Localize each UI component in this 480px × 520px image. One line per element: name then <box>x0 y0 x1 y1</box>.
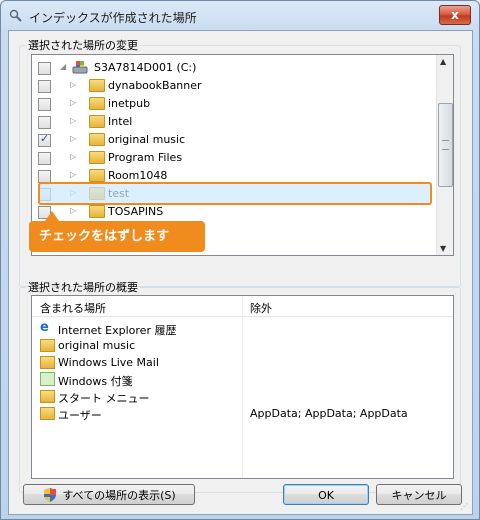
excluded-locations: AppData; AppData; AppData <box>250 407 408 420</box>
expand-icon[interactable]: ▷ <box>70 152 76 161</box>
collapse-icon[interactable]: ◢ <box>60 62 66 71</box>
search-indexing-icon <box>9 9 22 22</box>
summary-row: ユーザー AppData; AppData; AppData <box>32 405 453 422</box>
tree-item[interactable]: ▷ Program Files <box>32 149 436 167</box>
location-checkbox[interactable] <box>38 152 51 165</box>
folder-icon <box>89 115 105 128</box>
location-checkbox[interactable] <box>38 62 51 75</box>
instruction-callout: チェックをはずします <box>29 211 205 252</box>
cancel-button[interactable]: キャンセル <box>376 484 462 505</box>
tree-item[interactable]: ▷ Intel <box>32 113 436 131</box>
ie-icon: e <box>40 320 49 335</box>
tree-item-label: S3A7814D001 (C:) <box>94 61 197 74</box>
indexed-locations-dialog: インデックスが作成された場所 x 選択された場所の変更 ◢ S3A7814D001… <box>0 0 480 520</box>
change-locations-label: 選択された場所の変更 <box>28 39 138 52</box>
resize-grip-icon[interactable]: ⋰ <box>460 502 470 512</box>
location-checkbox[interactable] <box>38 132 51 147</box>
ok-button[interactable]: OK <box>283 484 369 505</box>
summary-row: スタート メニュー <box>32 388 453 405</box>
tree-item-label: TOSAPINS <box>108 205 164 218</box>
tree-item-label: original music <box>108 133 186 146</box>
excluded-column-header[interactable]: 除外 <box>250 300 272 316</box>
scroll-up-icon[interactable]: ▲ <box>440 57 446 66</box>
tree-item[interactable]: ▷ dynabookBanner <box>32 77 436 95</box>
expand-icon[interactable]: ▷ <box>70 134 76 143</box>
show-all-label: すべての場所の表示(S) <box>62 489 176 502</box>
show-all-locations-button[interactable]: すべての場所の表示(S) <box>23 484 195 505</box>
location-checkbox[interactable] <box>38 116 51 129</box>
expand-icon[interactable]: ▷ <box>70 206 76 215</box>
tree-item-label: Intel <box>108 115 133 128</box>
included-location: original music <box>58 339 136 352</box>
included-location: Internet Explorer 履歴 <box>58 324 177 337</box>
highlighted-row-outline <box>38 182 432 205</box>
folder-icon <box>89 97 105 110</box>
expand-icon[interactable]: ▷ <box>70 170 76 179</box>
window-title: インデックスが作成された場所 <box>29 11 197 25</box>
location-checkbox[interactable] <box>38 98 51 111</box>
expand-icon[interactable]: ▷ <box>70 80 76 89</box>
drive-icon <box>72 61 88 74</box>
tree-item-label: inetpub <box>108 97 151 110</box>
tree-item[interactable]: ▷ inetpub <box>32 95 436 113</box>
tree-item-label: Program Files <box>108 151 183 164</box>
summary-row: e Internet Explorer 履歴 <box>32 320 453 337</box>
folder-icon <box>89 79 105 92</box>
tree-item-label: dynabookBanner <box>108 79 202 92</box>
tree-item-label: Room1048 <box>108 169 168 182</box>
included-location: ユーザー <box>58 409 102 422</box>
expand-icon[interactable]: ▷ <box>70 98 76 107</box>
expand-icon[interactable]: ▷ <box>70 116 76 125</box>
folder-icon <box>40 339 55 352</box>
folder-icon <box>89 151 105 164</box>
folder-icon <box>40 356 55 369</box>
summary-row: original music <box>32 337 453 354</box>
scroll-thumb[interactable] <box>438 103 453 187</box>
included-column-header[interactable]: 含まれる場所 <box>40 300 106 316</box>
tree-item[interactable]: ◢ S3A7814D001 (C:) <box>32 59 436 77</box>
scroll-down-icon[interactable]: ▼ <box>440 244 446 253</box>
dialog-body: 選択された場所の変更 ◢ S3A7814D001 (C:) ▷ dynabookBan… <box>8 30 473 515</box>
summary-row: Windows Live Mail <box>32 354 453 371</box>
included-location: Windows Live Mail <box>58 356 159 369</box>
included-location: Windows 付箋 <box>58 375 133 388</box>
uac-shield-icon <box>44 488 56 502</box>
summary-row: Windows 付箋 <box>32 371 453 388</box>
summary-label: 選択された場所の概要 <box>28 281 138 294</box>
summary-list: 含まれる場所 除外 e Internet Explorer 履歴 original … <box>31 295 454 479</box>
tree-item[interactable]: ▷ TOSAPINS <box>32 203 436 221</box>
tree-scrollbar[interactable]: ▲ ▼ <box>436 55 453 255</box>
close-button[interactable]: x <box>439 5 471 25</box>
note-icon <box>40 372 55 386</box>
folder-icon <box>89 205 105 218</box>
tree-item[interactable]: ▷ original music <box>32 131 436 149</box>
location-checkbox[interactable] <box>38 80 51 93</box>
folder-icon <box>40 407 55 420</box>
title-bar: インデックスが作成された場所 x <box>1 1 479 31</box>
included-location: スタート メニュー <box>58 392 150 405</box>
folder-icon <box>89 133 105 146</box>
folder-icon <box>89 169 105 182</box>
folder-icon <box>40 390 55 403</box>
